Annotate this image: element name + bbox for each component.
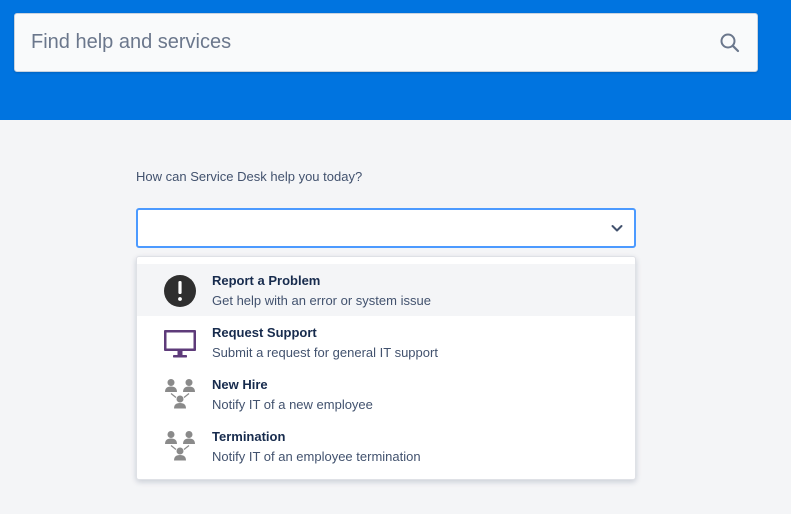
option-description: Get help with an error or system issue [212, 293, 431, 308]
option-description: Notify IT of an employee termination [212, 449, 421, 464]
option-description: Notify IT of a new employee [212, 397, 373, 412]
option-title: Termination [212, 429, 286, 444]
request-type-dropdown: Report a Problem Get help with an error … [136, 256, 636, 480]
request-type-select[interactable] [136, 208, 636, 248]
computer-monitor-icon [164, 330, 196, 358]
search-input[interactable] [15, 14, 705, 71]
option-termination[interactable]: Termination Notify IT of an employee ter… [137, 420, 635, 472]
chevron-down-icon[interactable] [609, 220, 625, 236]
people-hierarchy-icon [165, 379, 195, 409]
header-banner [0, 0, 791, 120]
option-title: New Hire [212, 377, 268, 392]
option-report-a-problem[interactable]: Report a Problem Get help with an error … [137, 264, 635, 316]
option-new-hire[interactable]: New Hire Notify IT of a new employee [137, 368, 635, 420]
search-icon[interactable] [719, 32, 741, 54]
option-title: Report a Problem [212, 273, 321, 288]
people-hierarchy-icon [165, 431, 195, 461]
option-title: Request Support [212, 325, 317, 340]
option-description: Submit a request for general IT support [212, 345, 438, 360]
main-content: How can Service Desk help you today? Rep… [0, 120, 791, 514]
search-box[interactable] [14, 13, 758, 72]
request-type-question: How can Service Desk help you today? [136, 169, 363, 184]
exclamation-circle-icon [164, 275, 196, 307]
option-request-support[interactable]: Request Support Submit a request for gen… [137, 316, 635, 368]
